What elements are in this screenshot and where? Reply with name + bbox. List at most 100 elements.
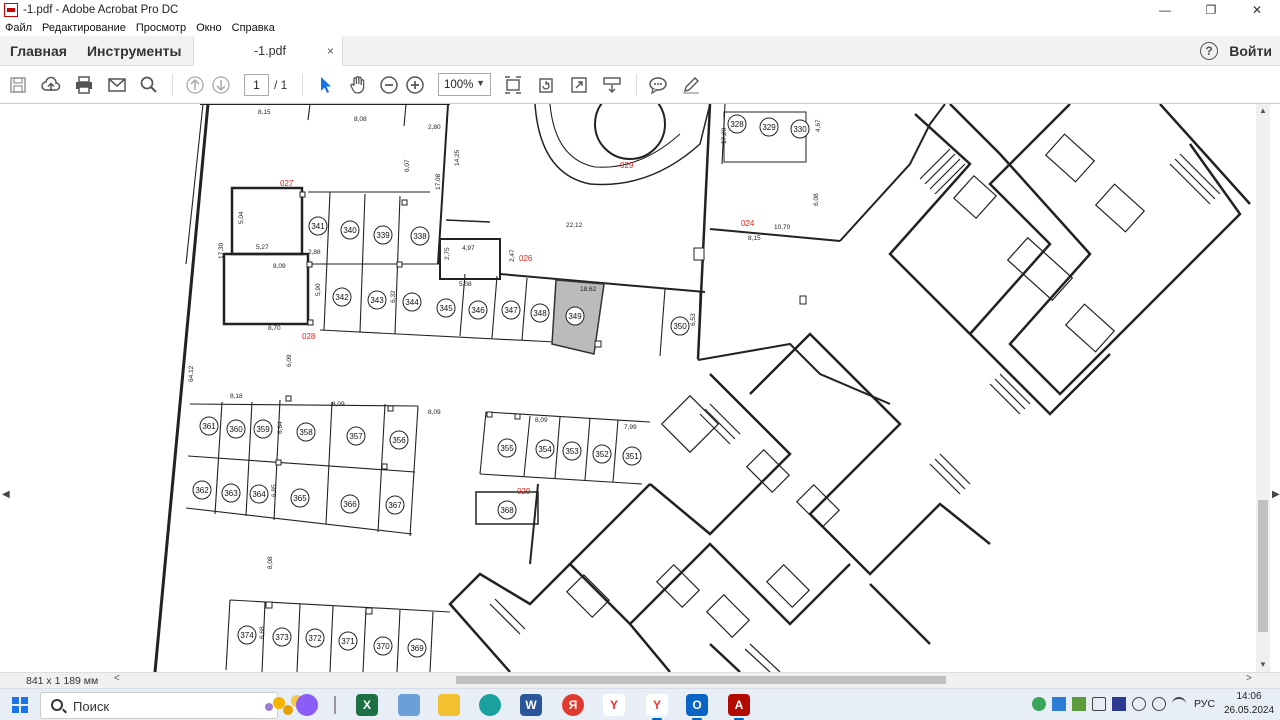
upload-icon[interactable] — [40, 74, 62, 96]
close-tab-icon[interactable]: × — [327, 44, 334, 58]
parking-spot-368: 368 — [497, 500, 517, 520]
tray-battery-icon[interactable] — [1092, 697, 1106, 711]
svg-text:340: 340 — [343, 226, 357, 235]
clock-time: 14:06 — [1236, 691, 1262, 702]
dimension-label: 64,12 — [188, 365, 195, 382]
scroll-up-icon[interactable]: ▲ — [1259, 106, 1267, 115]
login-button[interactable]: Войти — [1229, 43, 1272, 59]
page-number-input[interactable]: 1 — [244, 74, 269, 96]
tray-clock-icon[interactable] — [1152, 697, 1166, 711]
acrobat-icon — [4, 3, 18, 17]
comment-icon[interactable] — [647, 74, 669, 96]
select-cursor-icon[interactable] — [314, 74, 336, 96]
parking-spot-351: 351 — [622, 446, 642, 466]
dimension-label: 6,85 — [271, 484, 278, 497]
svg-text:350: 350 — [673, 322, 687, 331]
parking-spot-338: 338 — [410, 226, 430, 246]
taskbar-clock[interactable]: 14:06 26.05.2024 — [1222, 690, 1276, 718]
hand-icon[interactable] — [347, 74, 369, 96]
close-window-button[interactable]: ✕ — [1234, 0, 1280, 20]
menu-window[interactable]: Окно — [191, 22, 227, 34]
menu-help[interactable]: Справка — [227, 22, 280, 34]
taskbar-search[interactable]: Поиск — [40, 692, 311, 719]
pen-icon[interactable] — [680, 74, 702, 96]
tray-nvidia-icon[interactable] — [1072, 697, 1086, 711]
zoom-out-icon[interactable] — [378, 74, 400, 96]
yandex-icon[interactable]: Y — [603, 694, 625, 716]
zoom-select[interactable]: 100% ▼ — [438, 73, 491, 96]
tray-wifi-icon[interactable] — [1172, 697, 1186, 711]
excel-icon[interactable]: X — [356, 694, 378, 716]
minimize-button[interactable]: — — [1142, 0, 1188, 20]
dimension-label: 17,30 — [218, 242, 225, 259]
edge-browser-icon[interactable] — [479, 694, 501, 716]
horizontal-scrollbar[interactable]: < > — [112, 673, 1256, 687]
horizontal-scroll-thumb[interactable] — [456, 676, 946, 684]
vertical-scroll-thumb[interactable] — [1258, 500, 1268, 632]
dimension-label: 17,08 — [435, 173, 442, 190]
outlook-icon[interactable]: O — [686, 694, 708, 720]
acrobat-taskbar-icon[interactable]: A — [728, 694, 750, 720]
tray-network-app-icon[interactable] — [1052, 697, 1066, 711]
parking-spot-330: 330 — [790, 119, 810, 139]
tab-home[interactable]: Главная — [0, 43, 77, 59]
menu-view[interactable]: Просмотр — [131, 22, 191, 34]
tray-meet-icon[interactable] — [1112, 697, 1126, 711]
tab-document[interactable]: -1.pdf × — [193, 36, 343, 66]
vertical-scrollbar[interactable]: ▲ ▼ — [1256, 104, 1270, 672]
dimension-label: 5,08 — [459, 281, 472, 288]
parking-spot-355: 355 — [497, 438, 517, 458]
menu-file[interactable]: Файл — [0, 22, 37, 34]
dimension-label: 4,97 — [462, 245, 475, 252]
save-icon[interactable] — [7, 74, 29, 96]
rotate-icon[interactable] — [535, 74, 557, 96]
next-page-icon[interactable] — [210, 74, 232, 96]
paint-icon[interactable] — [398, 694, 420, 716]
fullscreen-icon[interactable] — [568, 74, 590, 96]
windows-start-icon[interactable] — [12, 697, 28, 713]
print-icon[interactable] — [73, 74, 95, 96]
zoom-in-icon[interactable] — [404, 74, 426, 96]
zoom-value: 100% — [444, 78, 474, 91]
search-icon[interactable] — [138, 74, 160, 96]
svg-text:345: 345 — [439, 304, 453, 313]
parking-spot-374: 374 — [237, 625, 257, 645]
zone-code-029: 029 — [620, 161, 634, 170]
prev-page-icon[interactable] — [184, 74, 206, 96]
svg-text:330: 330 — [793, 125, 807, 134]
file-explorer-icon[interactable] — [438, 694, 460, 716]
right-panel-toggle-icon[interactable]: ▶ — [1272, 489, 1280, 500]
parking-spot-361: 361 — [199, 416, 219, 436]
svg-text:355: 355 — [500, 444, 514, 453]
word-icon[interactable]: W — [520, 694, 542, 716]
fit-page-icon[interactable] — [502, 74, 524, 96]
zone-code-026: 026 — [519, 254, 533, 263]
parking-spot-357: 357 — [346, 426, 366, 446]
svg-text:353: 353 — [565, 447, 579, 456]
parking-spot-346: 346 — [468, 300, 488, 320]
yandex-app-icon[interactable]: Y — [646, 694, 668, 720]
left-panel-toggle-icon[interactable]: ◀ — [2, 489, 10, 500]
scroll-mode-icon[interactable] — [601, 74, 623, 96]
help-icon[interactable]: ? — [1200, 42, 1218, 60]
document-viewport[interactable]: ◀ ▶ 341 340 339 338 342 343 344 345 346 … — [0, 104, 1280, 672]
dimension-label: 6,68 — [259, 626, 266, 639]
svg-text:367: 367 — [388, 501, 402, 510]
scroll-right-icon[interactable]: > — [1246, 673, 1252, 684]
scroll-left-icon[interactable]: < — [114, 673, 120, 684]
svg-text:365: 365 — [293, 494, 307, 503]
restore-button[interactable]: ❐ — [1188, 0, 1234, 20]
alice-assistant-icon[interactable] — [296, 694, 318, 716]
scroll-down-icon[interactable]: ▼ — [1259, 660, 1267, 669]
input-language[interactable]: РУС — [1194, 698, 1215, 710]
tray-volume-icon[interactable] — [1132, 697, 1146, 711]
parking-spot-356: 356 — [389, 430, 409, 450]
tray-app-icon[interactable] — [1032, 697, 1046, 711]
svg-text:349: 349 — [568, 312, 582, 321]
dimension-label: 5,27 — [256, 244, 269, 251]
menu-edit[interactable]: Редактирование — [37, 22, 131, 34]
tab-tools[interactable]: Инструменты — [77, 43, 192, 59]
yandex-browser-icon[interactable]: Я — [562, 694, 584, 716]
email-icon[interactable] — [106, 74, 128, 96]
dimension-label: 4,67 — [815, 119, 822, 132]
